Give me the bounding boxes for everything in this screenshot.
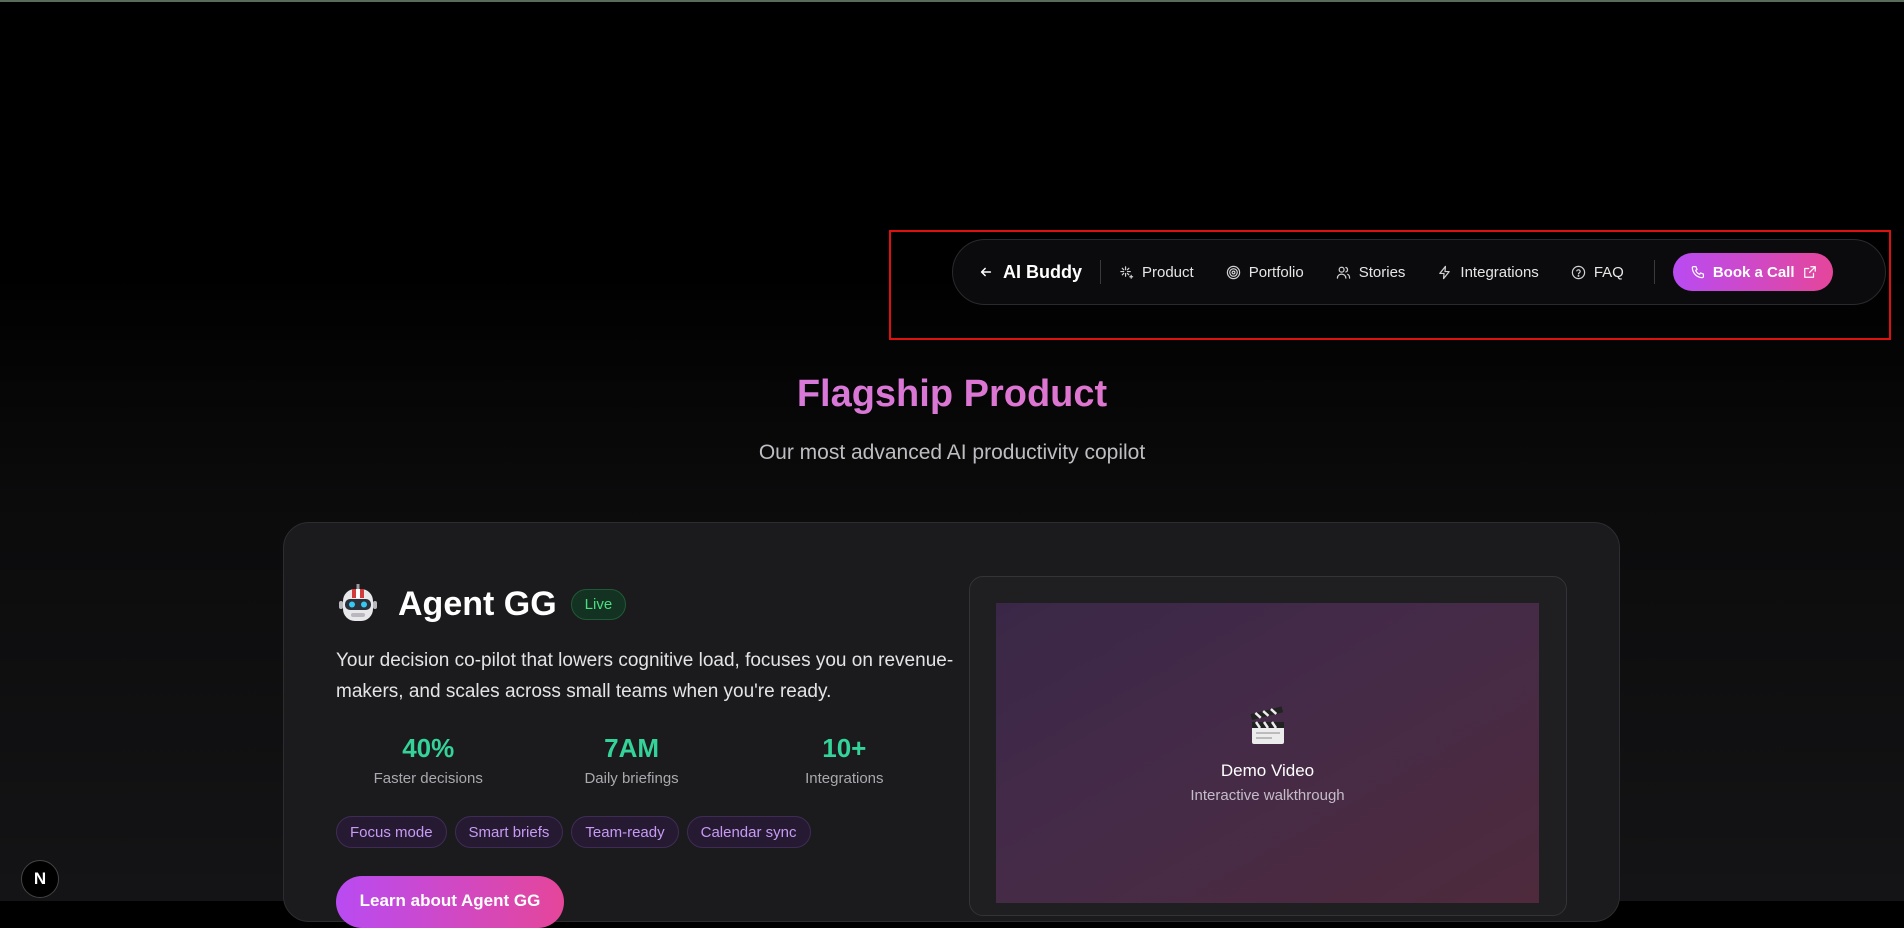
stat-item: 7AM Daily briefings <box>520 733 742 787</box>
tag-chip[interactable]: Smart briefs <box>454 816 564 848</box>
tag-chip[interactable]: Calendar sync <box>686 816 811 848</box>
stat-label: Integrations <box>805 770 884 787</box>
learn-more-button[interactable]: Learn about Agent GG <box>336 876 564 928</box>
page-subtitle: Our most advanced AI productivity copilo… <box>758 441 1146 464</box>
video-title: Demo Video <box>1220 761 1315 780</box>
stat-item: 10+ Integrations <box>743 733 946 787</box>
demo-video-player[interactable] <box>996 603 1539 903</box>
nextjs-dev-badge[interactable]: N <box>21 860 59 898</box>
product-stats: 40% Faster decisions 7AM Daily briefings… <box>336 733 946 787</box>
tag-chip[interactable]: Team-ready <box>571 816 679 848</box>
robot-icon <box>339 584 377 621</box>
stat-value: 40% <box>402 733 455 763</box>
selection-highlight-box <box>889 230 1891 340</box>
stat-item: 40% Faster decisions <box>336 733 520 787</box>
tag-chip[interactable]: Focus mode <box>336 816 447 848</box>
product-header: Agent GG Live <box>336 582 627 626</box>
clapperboard-icon <box>1250 706 1284 744</box>
feature-tags: Focus mode Smart briefs Team-ready Calen… <box>336 816 819 848</box>
product-name: Agent GG <box>398 584 557 623</box>
stat-value: 7AM <box>604 733 660 763</box>
stat-value: 10+ <box>822 733 867 763</box>
product-description: Your decision co-pilot that lowers cogni… <box>336 650 954 702</box>
video-subtitle: Interactive walkthrough <box>1190 787 1345 804</box>
stat-label: Daily briefings <box>584 770 679 787</box>
stat-label: Faster decisions <box>373 770 483 787</box>
status-badge: Live <box>570 588 627 620</box>
page-title: Flagship Product <box>0 373 1904 416</box>
